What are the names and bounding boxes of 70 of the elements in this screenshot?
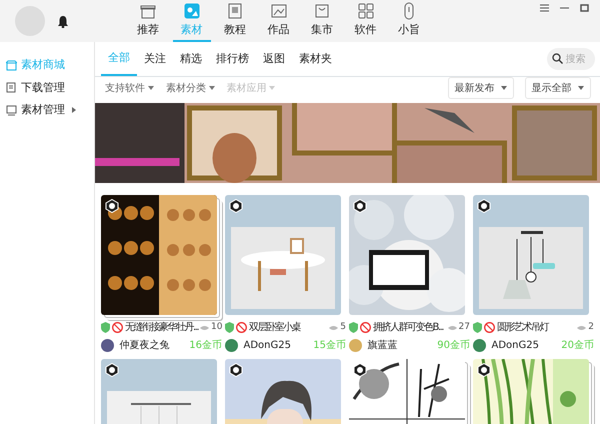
bell-icon bbox=[57, 14, 69, 28]
eye-icon bbox=[577, 324, 586, 330]
hexagon-icon bbox=[105, 363, 119, 377]
nav-tab[interactable]: 集市 bbox=[303, 0, 341, 42]
nav-tab[interactable]: 小旨 bbox=[390, 0, 428, 42]
card-title[interactable]: 无缝衔接豪华牡丹... bbox=[125, 320, 198, 335]
grid-icon bbox=[356, 2, 374, 20]
hexagon-icon bbox=[353, 199, 367, 213]
sidebar-item[interactable]: 素材管理 bbox=[0, 99, 94, 122]
author-name[interactable]: 仲夏夜之兔 bbox=[120, 338, 184, 353]
price: 90金币 bbox=[437, 338, 470, 353]
card-title[interactable]: 圆形艺术吊灯 bbox=[497, 320, 576, 335]
price: 20金币 bbox=[561, 338, 594, 353]
sort-dropdown[interactable]: 显示全部 bbox=[524, 77, 590, 99]
shield-icon bbox=[101, 322, 110, 333]
avatar[interactable] bbox=[225, 339, 238, 352]
hexagon-icon bbox=[353, 363, 367, 377]
tab[interactable]: 排行榜 bbox=[209, 42, 256, 76]
avatar[interactable] bbox=[473, 339, 486, 352]
search-icon bbox=[552, 53, 562, 64]
view-count: 2 bbox=[588, 320, 594, 334]
author-name[interactable]: ADonG25 bbox=[492, 338, 556, 353]
eye-icon bbox=[329, 324, 338, 330]
view-count: 10 bbox=[211, 320, 222, 334]
eye-icon bbox=[448, 324, 457, 330]
filter-dropdown[interactable]: 素材分类 bbox=[160, 80, 220, 96]
hexagon-icon bbox=[229, 199, 243, 213]
sidebar-item[interactable]: 下载管理 bbox=[0, 76, 94, 99]
menu-icon bbox=[540, 4, 549, 12]
author-name[interactable]: ADonG25 bbox=[244, 338, 308, 353]
tab[interactable]: 返图 bbox=[256, 42, 292, 76]
no-ai-icon bbox=[236, 322, 247, 333]
view-count: 27 bbox=[458, 320, 470, 334]
sort-dropdown[interactable]: 最新发布 bbox=[448, 77, 514, 99]
tab[interactable]: 精选 bbox=[173, 42, 209, 76]
caret-icon bbox=[148, 86, 154, 90]
tab[interactable]: 素材夹 bbox=[292, 42, 339, 76]
caret-icon bbox=[269, 86, 276, 90]
shield-icon bbox=[225, 322, 234, 333]
nav-tab[interactable]: 作品 bbox=[260, 0, 298, 42]
hexagon-icon bbox=[477, 199, 491, 213]
hexagon-icon bbox=[477, 363, 491, 377]
caret-icon bbox=[578, 86, 584, 90]
eye-icon bbox=[200, 324, 210, 330]
hexagon-icon bbox=[229, 363, 243, 377]
price: 16金币 bbox=[189, 338, 222, 353]
search-field[interactable]: 搜索 bbox=[546, 48, 594, 70]
author-name[interactable]: 旗蓝蓝 bbox=[368, 338, 432, 353]
card-title[interactable]: 拥挤人群可变色B... bbox=[373, 320, 446, 335]
no-ai-icon bbox=[360, 322, 371, 333]
nav-tab[interactable]: 推荐 bbox=[129, 0, 167, 42]
monitor-icon bbox=[6, 104, 17, 116]
store-icon bbox=[6, 60, 17, 71]
no-ai-icon bbox=[484, 322, 495, 333]
document-icon bbox=[6, 82, 17, 94]
filter-dropdown[interactable]: 支持软件 bbox=[99, 80, 160, 96]
price: 15金币 bbox=[313, 338, 346, 353]
image-icon bbox=[270, 2, 288, 20]
avatar[interactable] bbox=[101, 339, 114, 352]
hexagon-icon bbox=[105, 199, 119, 213]
tab[interactable]: 关注 bbox=[137, 42, 173, 76]
caret-icon bbox=[208, 86, 214, 90]
nav-tab[interactable]: 教程 bbox=[216, 0, 254, 42]
nav-tab[interactable]: 软件 bbox=[346, 0, 384, 42]
maximize-icon bbox=[580, 4, 589, 12]
shield-icon bbox=[349, 322, 358, 333]
shield-icon bbox=[473, 322, 482, 333]
card-title[interactable]: 双层卧室小桌 bbox=[249, 320, 328, 335]
view-count: 5 bbox=[340, 320, 346, 334]
caret-icon bbox=[500, 86, 506, 90]
